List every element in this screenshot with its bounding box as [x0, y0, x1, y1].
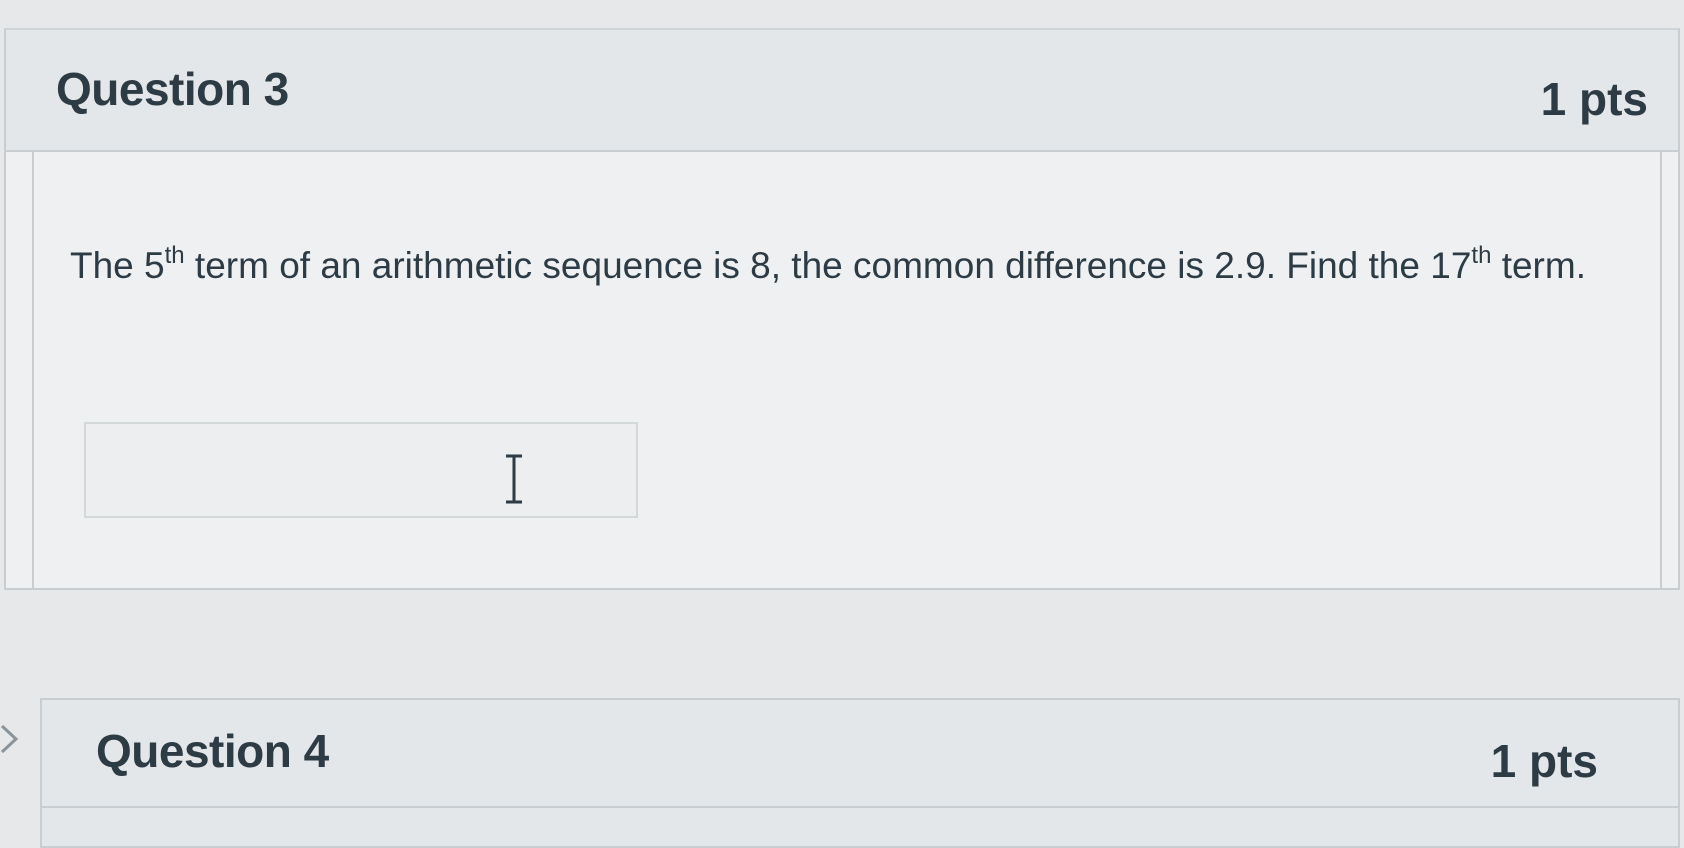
question-3-body: The 5th term of an arithmetic sequence i… — [32, 152, 1662, 590]
question-4-divider — [42, 806, 1678, 808]
chevron-right-icon[interactable] — [0, 722, 22, 756]
question-4-card: Question 4 1 pts — [40, 698, 1680, 848]
answer-input[interactable] — [84, 422, 638, 518]
question-3-text: The 5th term of an arithmetic sequence i… — [70, 236, 1590, 296]
question-3-header: Question 3 1 pts — [6, 30, 1678, 152]
question-4-title: Question 4 — [96, 725, 329, 777]
question-text-part: The 5 — [70, 245, 165, 286]
superscript-ordinal: th — [1471, 242, 1492, 269]
question-3-title: Question 3 — [56, 63, 289, 115]
superscript-ordinal: th — [164, 242, 185, 269]
question-text-part: term. — [1491, 245, 1586, 286]
question-3-card: Question 3 1 pts The 5th term of an arit… — [4, 28, 1680, 590]
question-3-points: 1 pts — [1540, 73, 1648, 125]
question-text-part: term of an arithmetic sequence is 8, the… — [184, 245, 1472, 286]
question-4-points: 1 pts — [1490, 735, 1598, 787]
